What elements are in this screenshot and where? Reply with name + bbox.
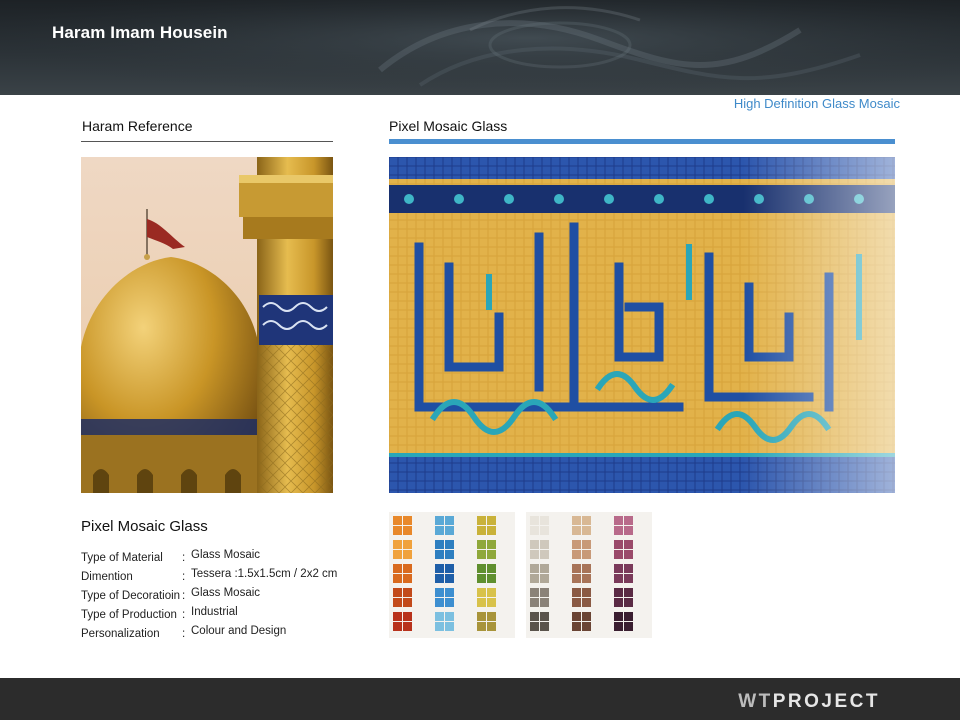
spec-value: Tessera :1.5x1.5cm / 2x2 cm: [191, 568, 338, 580]
spec-key: Type of Material: [81, 552, 163, 564]
reference-label: Haram Reference: [82, 118, 193, 134]
pixel-mosaic-image: [389, 157, 895, 493]
mosaic-divider: [389, 139, 895, 144]
wtproject-logo: WTPROJECT: [738, 691, 880, 713]
spec-colon: :: [182, 571, 186, 583]
spec-value: Glass Mosaic: [191, 549, 261, 561]
page-title: Haram Imam Housein: [52, 23, 228, 42]
spec-key: Type of Production: [81, 609, 177, 621]
spec-value: Industrial: [191, 606, 238, 618]
tile-swatch-image-neutral: [526, 512, 652, 638]
haram-reference-image: [81, 157, 333, 493]
mosaic-label: Pixel Mosaic Glass: [389, 118, 508, 134]
info-title: Pixel Mosaic Glass: [81, 518, 208, 535]
spec-value: Colour and Design: [191, 625, 287, 637]
spec-key: Dimention: [81, 571, 133, 583]
header-banner: Haram Imam Housein: [0, 0, 960, 95]
spec-colon: :: [182, 552, 186, 564]
header-background-art: [0, 0, 960, 95]
spec-colon: :: [182, 609, 186, 621]
reference-divider: [81, 141, 333, 142]
logo-part-a: WT: [738, 691, 773, 712]
tile-swatch-image-warm: [389, 512, 515, 638]
footer-bar: WTPROJECT: [0, 678, 960, 720]
logo-part-b: PROJECT: [772, 691, 880, 712]
spec-colon: :: [182, 628, 186, 640]
spec-key: Type of Decoratioin: [81, 590, 181, 602]
tagline: High Definition Glass Mosaic: [733, 96, 900, 111]
spec-colon: :: [182, 590, 186, 602]
spec-value: Glass Mosaic: [191, 587, 261, 599]
spec-key: Personalization: [81, 628, 160, 640]
